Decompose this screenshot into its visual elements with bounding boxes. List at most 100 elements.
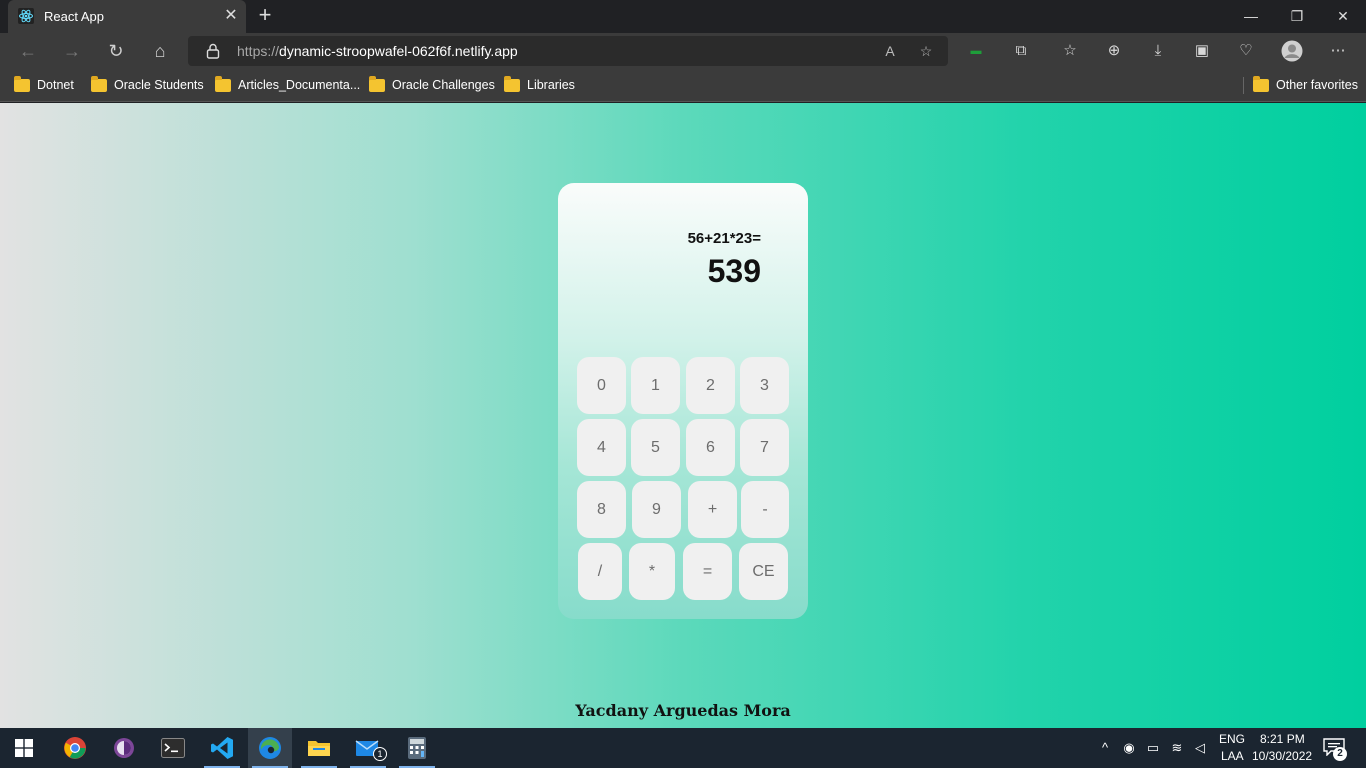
tab-title: React App	[44, 9, 104, 24]
bookmarks-divider	[1243, 77, 1244, 94]
wifi-icon[interactable]: ≋	[1168, 738, 1186, 758]
key-multiply[interactable]: *	[629, 543, 675, 600]
calculator-app[interactable]	[395, 728, 439, 768]
keyboard-layout[interactable]: LAA	[1221, 749, 1244, 763]
bookmark-label: Dotnet	[37, 78, 74, 92]
page-content: 56+21*23= 539 0 1 2 3 4 5 6 7 8 9 + - / …	[0, 103, 1366, 728]
terminal-icon	[161, 738, 185, 758]
home-icon[interactable]: ⌂	[147, 38, 173, 64]
bookmark-dotnet[interactable]: Dotnet	[14, 75, 74, 95]
url-text[interactable]: https://dynamic-stroopwafel-062f6f.netli…	[237, 43, 518, 59]
chevron-up-icon[interactable]: ^	[1096, 738, 1114, 758]
key-3[interactable]: 3	[740, 357, 789, 414]
taskbar: 1 ^ ◉ ▭ ≋ ◁ ENG LAA 8:21 PM 10/30/2022 2	[0, 728, 1366, 768]
key-2[interactable]: 2	[686, 357, 735, 414]
key-minus[interactable]: -	[741, 481, 789, 538]
close-tab-icon[interactable]: ✕	[222, 7, 240, 25]
forward-arrow-icon[interactable]: →	[59, 38, 85, 64]
calculator-icon	[408, 737, 426, 759]
tor-browser-icon	[114, 738, 134, 758]
bookmark-label: Other favorites	[1276, 78, 1358, 92]
restore-button[interactable]: ❐	[1274, 0, 1320, 33]
key-4[interactable]: 4	[577, 419, 626, 476]
notification-center-icon[interactable]: 2	[1322, 738, 1347, 761]
refresh-icon[interactable]: ↻	[103, 38, 129, 64]
key-9[interactable]: 9	[632, 481, 681, 538]
calculator: 56+21*23= 539 0 1 2 3 4 5 6 7 8 9 + - / …	[558, 183, 808, 619]
mail-badge: 1	[373, 747, 387, 761]
language-indicator[interactable]: ENG	[1219, 732, 1245, 746]
folder-icon	[1253, 75, 1269, 92]
result-display: 539	[707, 253, 761, 289]
downloads-icon[interactable]: ⤓	[1146, 39, 1170, 63]
tor-browser-app[interactable]	[102, 728, 146, 768]
key-5[interactable]: 5	[631, 419, 680, 476]
bookmark-other-favorites[interactable]: Other favorites	[1253, 75, 1358, 95]
bookmark-label: Oracle Students	[114, 78, 204, 92]
terminal-app[interactable]	[151, 728, 195, 768]
vscode-icon	[211, 737, 233, 759]
folder-icon	[369, 75, 385, 92]
bookmark-label: Libraries	[527, 78, 575, 92]
author-name: Yacdany Arguedas Mora	[575, 701, 791, 720]
chrome-app[interactable]	[53, 728, 97, 768]
key-8[interactable]: 8	[577, 481, 626, 538]
key-divide[interactable]: /	[578, 543, 622, 600]
browser-toolbar: ← → ↻ ⌂ https://dynamic-stroopwafel-062f…	[0, 33, 1366, 69]
url-host: dynamic-stroopwafel-062f6f.netlify.app	[279, 43, 518, 59]
profile-avatar-icon[interactable]	[1280, 39, 1304, 63]
more-menu-icon[interactable]: ⋯	[1326, 39, 1350, 63]
windows-icon	[15, 739, 33, 757]
battery-icon[interactable]: ▭	[1144, 738, 1162, 758]
key-1[interactable]: 1	[631, 357, 680, 414]
react-icon	[18, 8, 34, 24]
bookmark-oracle-challenges[interactable]: Oracle Challenges	[369, 75, 495, 95]
bookmark-libraries[interactable]: Libraries	[504, 75, 575, 95]
key-plus[interactable]: +	[688, 481, 737, 538]
math-solver-icon[interactable]: ▣	[1190, 39, 1214, 63]
key-7[interactable]: 7	[740, 419, 789, 476]
url-scheme: https://	[237, 43, 280, 59]
edge-icon	[259, 737, 281, 759]
folder-icon	[91, 75, 107, 92]
collections-icon[interactable]: ⊕	[1102, 39, 1126, 63]
speaker-icon[interactable]: ◁	[1191, 738, 1209, 758]
file-explorer-icon	[308, 741, 330, 756]
clock-date[interactable]: 10/30/2022	[1252, 749, 1312, 763]
tab-bar: React App ✕ + — ❐ ✕	[0, 0, 1366, 33]
key-0[interactable]: 0	[577, 357, 626, 414]
bookmark-label: Articles_Documenta...	[238, 78, 361, 92]
close-window-button[interactable]: ✕	[1320, 0, 1366, 33]
minimize-button[interactable]: —	[1228, 0, 1274, 33]
extension-icon[interactable]: ▬	[964, 39, 988, 63]
expression-display: 56+21*23=	[687, 230, 761, 247]
key-equals[interactable]: =	[683, 543, 732, 600]
key-6[interactable]: 6	[686, 419, 735, 476]
folder-icon	[504, 75, 520, 92]
meet-now-icon[interactable]: ◉	[1120, 738, 1138, 758]
key-clear[interactable]: CE	[739, 543, 788, 600]
chrome-icon	[64, 737, 86, 759]
back-arrow-icon[interactable]: ←	[15, 38, 41, 64]
read-aloud-icon[interactable]: A	[880, 41, 900, 61]
lock-icon[interactable]	[206, 43, 220, 59]
folder-icon	[215, 75, 231, 92]
extensions-puzzle-icon[interactable]: ⧉	[1009, 39, 1033, 63]
bookmarks-bar: Dotnet Oracle Students Articles_Document…	[0, 69, 1366, 102]
clock-time[interactable]: 8:21 PM	[1260, 732, 1305, 746]
file-explorer-app[interactable]	[297, 728, 341, 768]
bookmark-oracle-students[interactable]: Oracle Students	[91, 75, 204, 95]
bookmark-articles[interactable]: Articles_Documenta...	[215, 75, 360, 95]
edge-app[interactable]	[248, 728, 292, 768]
vscode-app[interactable]	[200, 728, 244, 768]
browser-essentials-icon[interactable]: ♡	[1234, 39, 1258, 63]
add-favorite-icon[interactable]: ☆	[916, 41, 936, 61]
tab-react-app[interactable]: React App ✕	[8, 0, 246, 33]
address-bar[interactable]: https://dynamic-stroopwafel-062f6f.netli…	[188, 36, 948, 66]
new-tab-button[interactable]: +	[254, 4, 276, 27]
folder-icon	[14, 75, 30, 92]
mail-app[interactable]: 1	[346, 728, 390, 768]
start-button[interactable]	[2, 728, 46, 768]
favorites-icon[interactable]: ☆	[1058, 39, 1082, 63]
notification-count: 2	[1333, 747, 1347, 761]
